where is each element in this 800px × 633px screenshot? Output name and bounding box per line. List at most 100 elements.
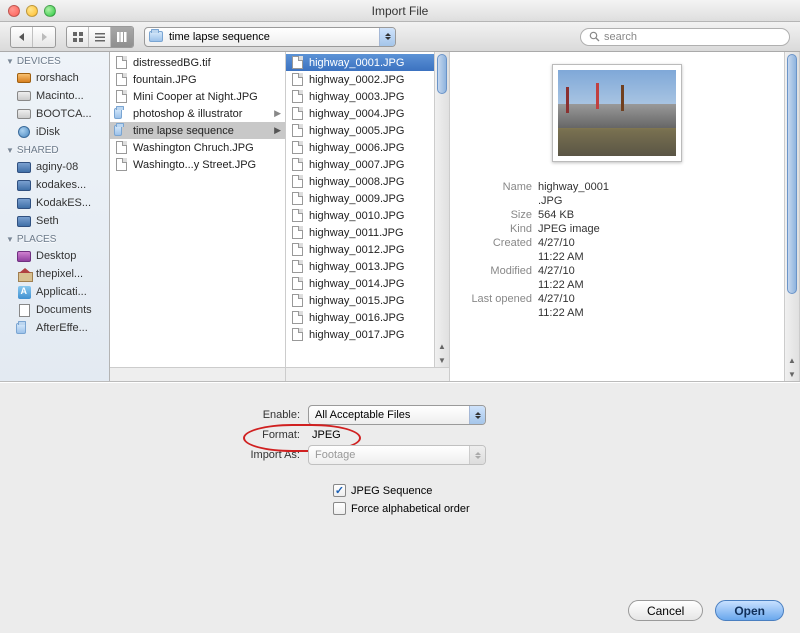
file-row[interactable]: highway_0001.JPG bbox=[286, 54, 434, 71]
sidebar-item-label: Applicati... bbox=[36, 286, 87, 298]
file-row[interactable]: photoshop & illustrator▶ bbox=[110, 105, 285, 122]
file-row[interactable]: highway_0013.JPG bbox=[286, 258, 434, 275]
file-row[interactable]: highway_0012.JPG bbox=[286, 241, 434, 258]
file-row[interactable]: Washingto...y Street.JPG bbox=[110, 156, 285, 173]
forward-button[interactable] bbox=[33, 27, 55, 47]
folder-icon bbox=[149, 31, 163, 42]
file-name: highway_0004.JPG bbox=[309, 108, 430, 120]
file-row[interactable]: highway_0008.JPG bbox=[286, 173, 434, 190]
scroll-thumb[interactable] bbox=[787, 54, 797, 294]
file-icon bbox=[292, 90, 303, 103]
file-icon bbox=[292, 124, 303, 137]
file-row[interactable]: Washington Chruch.JPG bbox=[110, 139, 285, 156]
path-label: time lapse sequence bbox=[169, 31, 270, 43]
scroll-up-icon[interactable]: ▲ bbox=[785, 353, 799, 367]
sidebar-section-header[interactable]: ▼SHARED bbox=[0, 141, 109, 158]
enable-select[interactable]: All Acceptable Files bbox=[308, 405, 486, 425]
file-row[interactable]: highway_0015.JPG bbox=[286, 292, 434, 309]
cancel-button[interactable]: Cancel bbox=[628, 600, 703, 621]
meta-key: Modified bbox=[460, 265, 538, 277]
file-row[interactable]: Mini Cooper at Night.JPG bbox=[110, 88, 285, 105]
file-icon bbox=[292, 294, 303, 307]
sidebar-section-header[interactable]: ▼PLACES bbox=[0, 230, 109, 247]
file-row[interactable]: highway_0007.JPG bbox=[286, 156, 434, 173]
scroll-up-icon[interactable]: ▲ bbox=[435, 339, 449, 353]
jpeg-sequence-checkbox[interactable]: ✓ bbox=[333, 484, 346, 497]
file-row[interactable]: highway_0017.JPG bbox=[286, 326, 434, 343]
meta-row: 11:22 AM bbox=[460, 278, 774, 292]
file-row[interactable]: highway_0010.JPG bbox=[286, 207, 434, 224]
file-row[interactable]: highway_0005.JPG bbox=[286, 122, 434, 139]
file-row[interactable]: highway_0009.JPG bbox=[286, 190, 434, 207]
sidebar-item-label: Macinto... bbox=[36, 90, 84, 102]
scroll-down-icon[interactable]: ▼ bbox=[785, 367, 799, 381]
file-row[interactable]: time lapse sequence▶ bbox=[110, 122, 285, 139]
search-icon bbox=[589, 31, 600, 42]
sidebar-item-label: kodakes... bbox=[36, 179, 86, 191]
force-alpha-checkbox[interactable] bbox=[333, 502, 346, 515]
file-row[interactable]: highway_0002.JPG bbox=[286, 71, 434, 88]
file-row[interactable]: highway_0003.JPG bbox=[286, 88, 434, 105]
folder-icon bbox=[16, 323, 26, 334]
back-button[interactable] bbox=[11, 27, 33, 47]
mon-icon bbox=[17, 198, 31, 209]
meta-value: JPEG image bbox=[538, 223, 600, 235]
icon-view-button[interactable] bbox=[67, 27, 89, 47]
sidebar-item[interactable]: rorshach bbox=[0, 69, 109, 87]
meta-key: Size bbox=[460, 209, 538, 221]
scrollbar[interactable]: ▲ ▼ bbox=[434, 52, 449, 367]
file-name: time lapse sequence bbox=[133, 125, 271, 137]
chevron-right-icon: ▶ bbox=[274, 108, 281, 119]
file-row[interactable]: distressedBG.tif bbox=[110, 54, 285, 71]
file-icon bbox=[292, 328, 303, 341]
file-icon bbox=[292, 107, 303, 120]
sidebar-item[interactable]: thepixel... bbox=[0, 265, 109, 283]
sidebar-item[interactable]: iDisk bbox=[0, 123, 109, 141]
list-view-button[interactable] bbox=[89, 27, 111, 47]
file-row[interactable]: highway_0011.JPG bbox=[286, 224, 434, 241]
file-row[interactable]: fountain.JPG bbox=[110, 71, 285, 88]
scrollbar[interactable]: ▲ ▼ bbox=[784, 52, 799, 381]
sidebar-item[interactable]: kodakes... bbox=[0, 176, 109, 194]
file-row[interactable]: highway_0016.JPG bbox=[286, 309, 434, 326]
meta-row: Namehighway_0001 bbox=[460, 180, 774, 194]
sidebar-item-label: Documents bbox=[36, 304, 92, 316]
file-row[interactable]: highway_0004.JPG bbox=[286, 105, 434, 122]
mon-icon bbox=[17, 216, 31, 227]
sidebar-section-header[interactable]: ▼DEVICES bbox=[0, 52, 109, 69]
file-icon bbox=[292, 141, 303, 154]
sidebar-item-label: iDisk bbox=[36, 126, 60, 138]
sidebar-item[interactable]: Seth bbox=[0, 212, 109, 230]
meta-value: 564 KB bbox=[538, 209, 574, 221]
sidebar-item[interactable]: aginy-08 bbox=[0, 158, 109, 176]
updown-icon bbox=[469, 406, 485, 424]
meta-value: 4/27/10 bbox=[538, 293, 575, 305]
sidebar-item[interactable]: Documents bbox=[0, 301, 109, 319]
importas-label: Import As: bbox=[230, 449, 300, 461]
search-field[interactable]: search bbox=[580, 28, 790, 46]
file-icon bbox=[116, 158, 127, 171]
file-icon bbox=[116, 141, 127, 154]
sidebar-item[interactable]: Macinto... bbox=[0, 87, 109, 105]
sidebar-item[interactable]: Applicati... bbox=[0, 283, 109, 301]
file-row[interactable]: highway_0014.JPG bbox=[286, 275, 434, 292]
sidebar-item[interactable]: AfterEffe... bbox=[0, 319, 109, 337]
file-row[interactable]: highway_0006.JPG bbox=[286, 139, 434, 156]
importas-select[interactable]: Footage bbox=[308, 445, 486, 465]
scroll-thumb[interactable] bbox=[437, 54, 447, 94]
sidebar-item[interactable]: BOOTCA... bbox=[0, 105, 109, 123]
meta-key bbox=[460, 307, 538, 319]
sidebar-item[interactable]: KodakES... bbox=[0, 194, 109, 212]
meta-row: 11:22 AM bbox=[460, 250, 774, 264]
column-view-button[interactable] bbox=[111, 27, 133, 47]
open-button[interactable]: Open bbox=[715, 600, 784, 621]
path-select[interactable]: time lapse sequence bbox=[144, 27, 396, 47]
app-icon bbox=[18, 286, 31, 299]
column-resize[interactable] bbox=[110, 367, 285, 381]
folder-icon bbox=[114, 125, 122, 136]
column-resize[interactable] bbox=[286, 367, 449, 381]
window-title: Import File bbox=[0, 4, 800, 18]
scroll-down-icon[interactable]: ▼ bbox=[435, 353, 449, 367]
sidebar-item[interactable]: Desktop bbox=[0, 247, 109, 265]
file-icon bbox=[116, 56, 127, 69]
